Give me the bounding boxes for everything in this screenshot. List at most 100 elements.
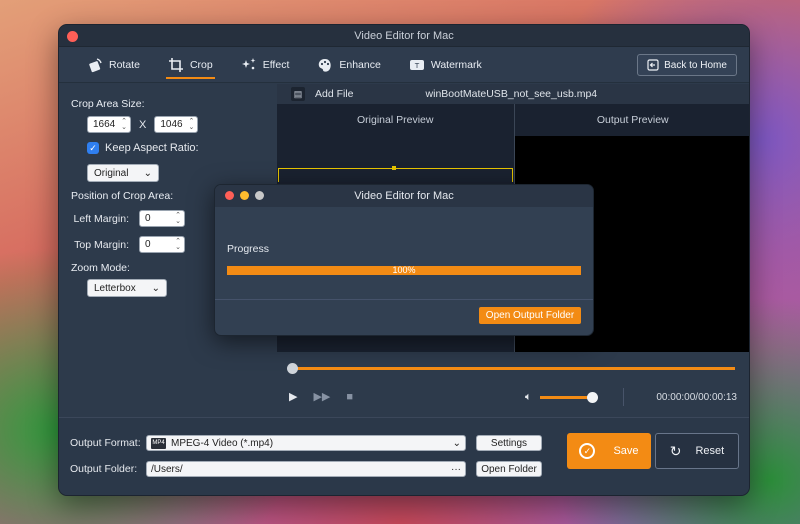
window-title: Video Editor for Mac — [354, 29, 454, 42]
output-folder-path: /Users/ — [151, 463, 183, 475]
progress-bar: 100% — [227, 265, 581, 275]
left-margin-stepper[interactable]: 0 ⌃ ⌄ — [139, 210, 185, 227]
back-arrow-icon — [647, 59, 659, 71]
stepper-arrows-icon[interactable]: ⌃ ⌄ — [188, 118, 194, 131]
save-button[interactable]: ✓ Save — [567, 433, 651, 469]
save-label: Save — [613, 445, 639, 457]
rotate-icon — [89, 57, 102, 72]
output-folder-label: Output Folder: — [70, 463, 138, 475]
dialog-close-button[interactable] — [225, 191, 234, 200]
crop-x-label: X — [139, 118, 147, 131]
toolbar: Rotate Crop Effect Enhance T Watermark B… — [59, 47, 749, 83]
back-to-home-button[interactable]: Back to Home — [637, 54, 737, 76]
original-preview-label: Original Preview — [277, 104, 515, 136]
stepper-arrows-icon[interactable]: ⌃ ⌄ — [121, 118, 127, 131]
crop-handle[interactable] — [392, 166, 396, 170]
dialog-zoom-button[interactable] — [255, 191, 264, 200]
crop-width-stepper[interactable]: 1664 ⌃ ⌄ — [87, 116, 131, 133]
output-panel: Output Format: MP4 MPEG-4 Video (*.mp4) … — [59, 417, 749, 495]
progress-label: Progress — [227, 243, 270, 255]
output-format-value: MPEG-4 Video (*.mp4) — [171, 437, 274, 449]
chevron-down-icon: ⌄ — [452, 437, 461, 449]
save-check-icon: ✓ — [579, 443, 596, 459]
divider — [623, 388, 624, 406]
crop-width-value: 1664 — [93, 119, 116, 130]
playback-buttons: ▶ ▶▶ ■ — [289, 390, 353, 404]
playback-time: 00:00:00/00:00:13 — [656, 392, 737, 403]
checkmark-icon: ✓ — [89, 142, 97, 153]
stop-icon[interactable]: ■ — [346, 391, 353, 403]
keep-aspect-ratio-checkbox[interactable]: ✓ — [87, 142, 99, 154]
timeline-knob[interactable] — [287, 363, 298, 374]
reset-button[interactable]: ↻ Reset — [655, 433, 739, 469]
output-folder-input[interactable]: /Users/ ··· — [146, 461, 466, 477]
aspect-ratio-select[interactable]: Original ⌄ — [87, 164, 159, 182]
left-margin-label: Left Margin: — [73, 212, 129, 225]
volume-slider[interactable] — [539, 392, 598, 403]
svg-text:T: T — [414, 62, 420, 70]
crop-height-value: 1046 — [160, 119, 183, 130]
title-bar: Video Editor for Mac — [59, 25, 749, 47]
dialog-title-bar: Video Editor for Mac — [215, 185, 593, 207]
dialog-minimize-button[interactable] — [240, 191, 249, 200]
stepper-arrows-icon[interactable]: ⌃ ⌄ — [175, 212, 181, 225]
open-output-folder-button[interactable]: Open Output Folder — [479, 307, 581, 324]
dialog-window-controls — [225, 191, 264, 200]
next-frame-icon[interactable]: ▶▶ — [313, 390, 330, 403]
zoom-mode-value: Letterbox — [94, 282, 136, 294]
tab-crop-label: Crop — [189, 58, 213, 71]
tab-rotate-label: Rotate — [109, 58, 140, 71]
play-icon[interactable]: ▶ — [289, 390, 297, 403]
crop-area-size-label: Crop Area Size: — [71, 98, 145, 110]
open-folder-button[interactable]: Open Folder — [476, 461, 542, 477]
chevron-down-icon: ⌄ — [143, 167, 152, 179]
close-window-button[interactable] — [67, 31, 78, 42]
back-to-home-label: Back to Home — [664, 59, 727, 71]
sparkle-icon — [241, 57, 256, 69]
settings-button[interactable]: Settings — [476, 435, 542, 451]
keep-aspect-ratio-label: Keep Aspect Ratio: — [105, 142, 199, 154]
video-format-icon: MP4 — [151, 437, 166, 449]
progress-dialog: Video Editor for Mac Progress 100% Open … — [214, 184, 594, 336]
aspect-ratio-value: Original — [94, 167, 129, 179]
crop-icon — [168, 57, 183, 72]
tab-enhance-label: Enhance — [339, 58, 381, 71]
top-margin-label: Top Margin: — [74, 238, 129, 251]
palette-icon — [319, 58, 332, 72]
tab-rotate[interactable]: Rotate — [73, 47, 154, 83]
top-margin-value: 0 — [145, 239, 151, 250]
window-controls — [67, 31, 78, 42]
volume-control: 🔈︎ — [525, 391, 598, 404]
left-margin-value: 0 — [145, 213, 151, 224]
volume-knob[interactable] — [586, 392, 598, 403]
add-file-label: Add File — [315, 88, 354, 100]
tab-crop[interactable]: Crop — [154, 47, 227, 83]
add-file-icon: ▤ — [291, 87, 305, 101]
crop-height-stepper[interactable]: 1046 ⌃ ⌄ — [154, 116, 199, 133]
timeline-track[interactable] — [287, 363, 735, 374]
reset-icon: ↻ — [669, 442, 682, 459]
progress-percent: 100% — [392, 265, 416, 275]
top-margin-stepper[interactable]: 0 ⌃ ⌄ — [139, 236, 185, 253]
browse-ellipsis-icon[interactable]: ··· — [451, 464, 461, 475]
crop-rectangle[interactable] — [278, 168, 513, 182]
preview-headers: Original Preview Output Preview — [277, 104, 749, 136]
output-preview-label: Output Preview — [596, 114, 669, 126]
speaker-icon[interactable]: 🔈︎ — [525, 391, 532, 404]
output-format-label: Output Format: — [70, 437, 141, 449]
tab-enhance[interactable]: Enhance — [303, 47, 394, 83]
tab-effect-label: Effect — [262, 58, 290, 71]
stepper-arrows-icon[interactable]: ⌃ ⌄ — [175, 238, 181, 251]
zoom-mode-select[interactable]: Letterbox ⌄ — [87, 279, 167, 297]
tab-watermark[interactable]: T Watermark — [395, 47, 496, 83]
dialog-title: Video Editor for Mac — [354, 190, 454, 202]
current-filename: winBootMateUSB_not_see_usb.mp4 — [425, 88, 598, 100]
watermark-icon: T — [409, 59, 424, 70]
tab-watermark-label: Watermark — [430, 58, 482, 71]
tab-effect[interactable]: Effect — [227, 47, 304, 83]
output-format-select[interactable]: MP4 MPEG-4 Video (*.mp4) ⌄ — [146, 435, 466, 451]
add-file-button[interactable]: ▤ Add File — [291, 87, 354, 101]
chevron-down-icon: ⌄ — [151, 282, 160, 294]
player-controls: ▶ ▶▶ ■ 🔈︎ 00:00:00/00:00:13 — [277, 352, 749, 416]
file-bar: ▤ Add File winBootMateUSB_not_see_usb.mp… — [277, 84, 749, 104]
